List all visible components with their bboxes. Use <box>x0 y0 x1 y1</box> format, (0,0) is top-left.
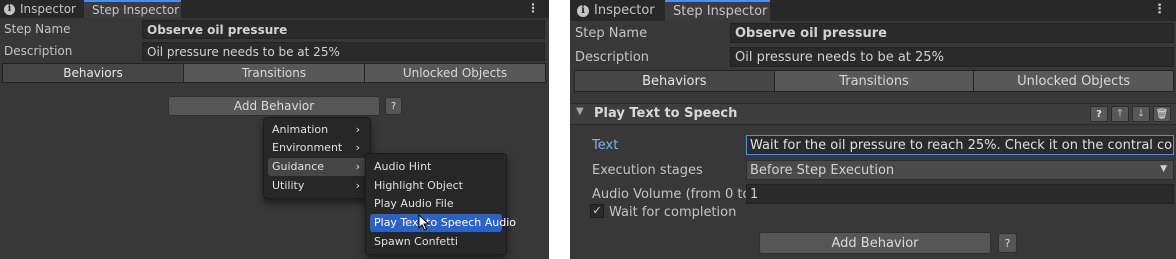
dropdown-arrow-icon: ▼ <box>1160 164 1167 174</box>
behavior-foldout-header[interactable]: ▼ Play Text to Speech ? 🡑 🡓 🗑 <box>570 103 1176 125</box>
help-button[interactable]: ? <box>998 233 1017 253</box>
behaviors-tab-group: Behaviors Transitions Unlocked Objects <box>574 70 1174 92</box>
description-value: Oil pressure needs to be at 25% <box>735 50 944 65</box>
chevron-right-icon: › <box>355 179 360 192</box>
foldout-triangle-icon[interactable]: ▼ <box>576 106 584 117</box>
text-field[interactable]: Wait for the oil pressure to reach 25%. … <box>746 135 1174 155</box>
chevron-right-icon: › <box>355 160 360 173</box>
submenu-item-play-text-to-speech-audio[interactable]: Play Text to Speech Audio <box>370 214 516 232</box>
text-value: Wait for the oil pressure to reach 25%. … <box>750 138 1174 153</box>
description-label: Description <box>575 50 650 65</box>
behavior-title: Play Text to Speech <box>594 106 738 121</box>
behavior-category-menu: Animation › Environment › Guidance › Uti… <box>263 117 371 199</box>
tab-transitions[interactable]: Transitions <box>774 71 974 91</box>
audio-volume-label: Audio Volume (from 0 to 1) <box>592 187 768 202</box>
wait-for-completion-label: Wait for completion <box>609 205 737 220</box>
wait-for-completion-checkbox[interactable]: ✓ <box>590 204 604 218</box>
description-label: Description <box>4 44 73 58</box>
description-field[interactable]: Oil pressure needs to be at 25% <box>730 47 1174 67</box>
menu-item-guidance[interactable]: Guidance › <box>268 158 366 176</box>
tab-bar: i Inspector Step Inspector ⋮ <box>0 0 549 18</box>
right-inspector-panel: i Inspector Step Inspector ⋮ Step Name O… <box>570 0 1176 259</box>
add-behavior-button[interactable]: Add Behavior <box>168 96 380 116</box>
execution-stages-value: Before Step Execution <box>750 163 895 178</box>
submenu-item-spawn-confetti[interactable]: Spawn Confetti <box>370 233 502 251</box>
menu-item-label: Utility <box>272 179 305 192</box>
submenu-item-audio-hint[interactable]: Audio Hint <box>370 158 502 176</box>
audio-volume-value: 1 <box>750 187 759 202</box>
tab-step-inspector[interactable]: Step Inspector <box>84 0 181 18</box>
info-icon: i <box>4 3 15 15</box>
step-name-value: Observe oil pressure <box>735 26 888 41</box>
tab-unlocked-objects[interactable]: Unlocked Objects <box>974 71 1174 91</box>
tab-inspector-label: Inspector <box>594 3 655 18</box>
menu-item-animation[interactable]: Animation › <box>268 121 366 139</box>
tab-unlocked-objects[interactable]: Unlocked Objects <box>365 64 545 82</box>
tab-bar: i Inspector Step Inspector ⋮ <box>570 0 1176 21</box>
description-field[interactable]: Oil pressure needs to be at 25% <box>142 42 545 61</box>
menu-item-label: Guidance <box>272 160 325 173</box>
submenu-item-play-audio-file[interactable]: Play Audio File <box>370 195 502 213</box>
chevron-right-icon: › <box>355 123 360 136</box>
info-icon: i <box>577 4 589 17</box>
step-name-label: Step Name <box>4 22 71 36</box>
step-name-value: Observe oil pressure <box>147 23 288 37</box>
step-name-field[interactable]: Observe oil pressure <box>730 23 1174 43</box>
execution-stages-dropdown[interactable]: Before Step Execution ▼ <box>746 160 1174 180</box>
guidance-submenu: Audio Hint Highlight Object Play Audio F… <box>365 153 516 255</box>
execution-stages-label: Execution stages <box>592 163 703 178</box>
description-value: Oil pressure needs to be at 25% <box>147 45 340 59</box>
add-behavior-button[interactable]: Add Behavior <box>759 232 991 254</box>
tab-behaviors[interactable]: Behaviors <box>3 64 183 82</box>
tab-step-inspector-label: Step Inspector <box>92 3 180 17</box>
menu-item-label: Environment <box>272 141 343 154</box>
kebab-menu-icon[interactable]: ⋮ <box>1153 2 1166 17</box>
submenu-item-highlight-object[interactable]: Highlight Object <box>370 177 502 195</box>
tab-transitions[interactable]: Transitions <box>184 64 364 82</box>
chevron-right-icon: › <box>355 141 360 154</box>
step-name-field[interactable]: Observe oil pressure <box>142 20 545 39</box>
tab-step-inspector-label: Step Inspector <box>673 4 768 19</box>
menu-item-utility[interactable]: Utility › <box>268 177 366 195</box>
kebab-menu-icon[interactable]: ⋮ <box>527 1 539 15</box>
behaviors-tab-group: Behaviors Transitions Unlocked Objects <box>2 63 546 83</box>
delete-icon[interactable]: 🗑 <box>1153 106 1171 122</box>
tab-inspector-label: Inspector <box>20 2 76 16</box>
help-button[interactable]: ? <box>385 97 402 115</box>
menu-item-label: Animation <box>272 123 329 136</box>
tab-inspector[interactable]: i Inspector <box>577 0 655 21</box>
step-name-label: Step Name <box>575 26 648 41</box>
text-label: Text <box>592 138 619 153</box>
behavior-help-button[interactable]: ? <box>1090 106 1108 122</box>
mouse-cursor-icon <box>418 214 430 231</box>
move-down-icon[interactable]: 🡓 <box>1132 106 1150 122</box>
tab-inspector[interactable]: i Inspector <box>4 0 76 18</box>
menu-item-environment[interactable]: Environment › <box>268 139 366 157</box>
tab-behaviors[interactable]: Behaviors <box>575 71 774 91</box>
move-up-icon[interactable]: 🡑 <box>1111 106 1129 122</box>
audio-volume-field[interactable]: 1 <box>746 184 1174 204</box>
tab-step-inspector[interactable]: Step Inspector <box>665 0 770 21</box>
left-inspector-panel: i Inspector Step Inspector ⋮ Step Name O… <box>0 0 549 259</box>
